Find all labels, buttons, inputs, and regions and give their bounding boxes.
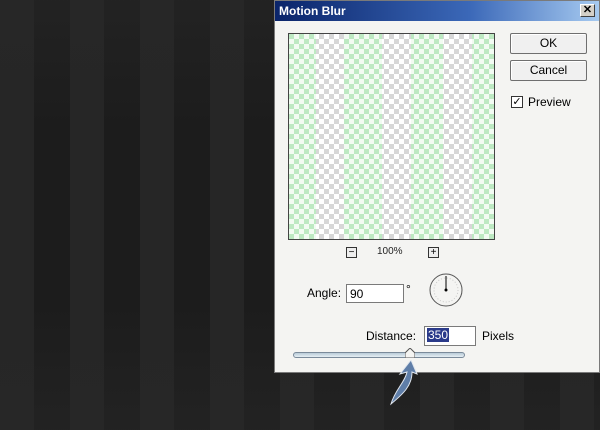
distance-value: 350 (427, 328, 450, 342)
distance-label: Distance: (366, 329, 417, 343)
preview-label: Preview (528, 95, 571, 109)
zoom-out-icon[interactable]: − (346, 247, 357, 258)
title-bar[interactable]: Motion Blur ✕ (275, 1, 599, 21)
angle-dial-icon[interactable] (428, 272, 464, 308)
cancel-button[interactable]: Cancel (510, 60, 587, 81)
ok-button[interactable]: OK (510, 33, 587, 54)
distance-input[interactable]: 350 (424, 326, 476, 346)
zoom-level: 100% (377, 246, 403, 257)
angle-unit: ° (406, 282, 411, 296)
dialog-title: Motion Blur (279, 4, 346, 18)
angle-input[interactable] (346, 284, 404, 303)
curved-arrow-icon (390, 360, 418, 406)
close-icon[interactable]: ✕ (580, 4, 595, 17)
distance-unit: Pixels (482, 329, 515, 343)
preview-window[interactable] (288, 33, 495, 240)
preview-checkbox[interactable]: ✓ (511, 96, 523, 108)
angle-label: Angle: (307, 286, 342, 300)
preview-image (289, 34, 494, 239)
distance-slider-thumb[interactable] (404, 348, 415, 358)
distance-slider-track[interactable] (293, 352, 465, 358)
zoom-in-icon[interactable]: + (428, 247, 439, 258)
motion-blur-dialog: Motion Blur ✕ − 100% + OK Cancel ✓ Previ… (274, 0, 600, 373)
